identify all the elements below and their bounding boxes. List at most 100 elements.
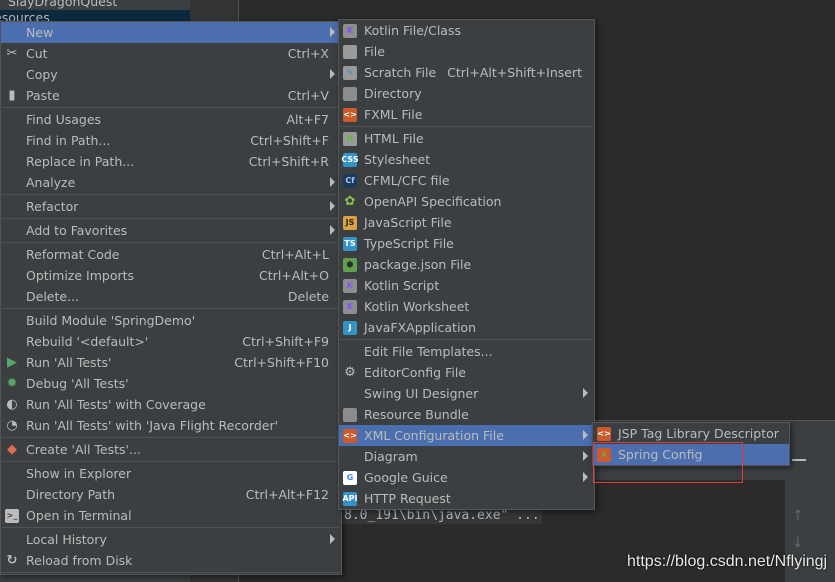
menu-item-debug-all-tests[interactable]: ✹ Debug 'All Tests': [1, 373, 341, 394]
run-icon: ▶: [5, 355, 19, 370]
menu-item-label: Directory: [364, 86, 422, 101]
submenu-arrow-icon: [330, 201, 335, 211]
menu-item-optimize-imports[interactable]: Optimize Imports Ctrl+Alt+O: [1, 265, 341, 286]
menu-item-label: Analyze: [26, 175, 76, 190]
submenu-arrow-icon: [330, 69, 335, 79]
submenu-arrow-icon: [583, 430, 588, 440]
menu-item-new[interactable]: New: [1, 22, 341, 43]
menu-item-label: Directory Path: [26, 487, 116, 502]
menu-item-jsp-tag-library-descriptor[interactable]: <> JSP Tag Library Descriptor: [593, 423, 789, 444]
debug-icon: ✹: [5, 376, 19, 391]
menu-item-javascript-file[interactable]: JS JavaScript File: [339, 212, 594, 233]
menu-item-shortcut: Delete: [287, 289, 329, 304]
menu-item-file[interactable]: File: [339, 41, 594, 62]
flight-recorder-icon: ◔: [5, 418, 19, 433]
menu-item-delete[interactable]: Delete... Delete: [1, 286, 341, 307]
menu-item-reformat-code[interactable]: Reformat Code Ctrl+Alt+L: [1, 244, 341, 265]
menu-item-directory[interactable]: Directory: [339, 83, 594, 104]
arrow-down-icon[interactable]: ↓: [792, 535, 804, 551]
menu-item-run-all-tests-with-java-flight-recorder[interactable]: ◔ Run 'All Tests' with 'Java Flight Recor…: [1, 415, 341, 436]
menu-item-package-json-file[interactable]: ⬢ package.json File: [339, 254, 594, 275]
arrow-up-icon[interactable]: ↑: [792, 508, 804, 524]
menu-item-label: Refactor: [26, 199, 79, 214]
menu-item-label: FXML File: [364, 107, 423, 122]
icon-placeholder: [5, 533, 19, 547]
menu-item-javafxapplication[interactable]: J JavaFXApplication: [339, 317, 594, 338]
menu-item-typescript-file[interactable]: TS TypeScript File: [339, 233, 594, 254]
create-test-icon: ◆: [5, 442, 19, 457]
gear-icon: ⚙: [343, 365, 357, 380]
menu-item-analyze[interactable]: Analyze: [1, 172, 341, 193]
menu-item-label: Rebuild '<default>': [26, 334, 149, 349]
http-request-icon: API: [342, 491, 358, 506]
tree-item-slaydragonquest[interactable]: SlayDragonQuest: [8, 0, 117, 9]
menu-item-http-request[interactable]: API HTTP Request: [339, 488, 594, 509]
jsp-tag-icon: <>: [597, 426, 611, 441]
menu-item-show-in-explorer[interactable]: Show in Explorer: [1, 463, 341, 484]
fxml-file-icon: <>: [343, 107, 357, 122]
menu-item-label: Swing UI Designer: [364, 386, 479, 401]
menu-item-create-all-tests[interactable]: ◆ Create 'All Tests'...: [1, 439, 341, 460]
menu-item-directory-path[interactable]: Directory Path Ctrl+Alt+F12: [1, 484, 341, 505]
menu-item-label: HTTP Request: [364, 491, 451, 506]
menu-item-label: Resource Bundle: [364, 407, 469, 422]
menu-item-openapi-specification[interactable]: ✿ OpenAPI Specification: [339, 191, 594, 212]
menu-item-edit-file-templates[interactable]: Edit File Templates...: [339, 341, 594, 362]
javascript-file-icon: JS: [343, 215, 357, 230]
menu-item-cut[interactable]: ✂ Cut Ctrl+X: [1, 43, 341, 64]
menu-item-rebuild-default[interactable]: Rebuild '<default>' Ctrl+Shift+F9: [1, 331, 341, 352]
menu-item-editorconfig-file[interactable]: ⚙ EditorConfig File: [339, 362, 594, 383]
menu-item-run-all-tests-with-coverage[interactable]: ◐ Run 'All Tests' with Coverage: [1, 394, 341, 415]
menu-item-shortcut: Ctrl+Alt+Shift+Insert: [447, 65, 582, 80]
menu-item-reload-from-disk[interactable]: ↻ Reload from Disk: [1, 550, 341, 571]
menu-item-add-to-favorites[interactable]: Add to Favorites: [1, 220, 341, 241]
menu-item-label: JavaScript File: [364, 215, 452, 230]
icon-placeholder: [5, 200, 19, 214]
menu-item-label: Reformat Code: [26, 247, 120, 262]
menu-item-google-guice[interactable]: G Google Guice: [339, 467, 594, 488]
menu-item-shortcut: Ctrl+Shift+R: [248, 154, 329, 169]
menu-item-shortcut: Ctrl+V: [287, 88, 329, 103]
menu-item-find-usages[interactable]: Find Usages Alt+F7: [1, 109, 341, 130]
menu-item-label: Edit File Templates...: [364, 344, 493, 359]
menu-item-scratch-file[interactable]: ✎ Scratch File Ctrl+Alt+Shift+Insert: [339, 62, 594, 83]
menu-item-shortcut: Ctrl+X: [287, 46, 329, 61]
menu-item-kotlin-script[interactable]: K Kotlin Script: [339, 275, 594, 296]
icon-placeholder: [5, 155, 19, 169]
menu-item-label: Google Guice: [364, 470, 448, 485]
menu-item-shortcut: Ctrl+Alt+L: [261, 247, 329, 262]
menu-item-fxml-file[interactable]: <> FXML File: [339, 104, 594, 125]
menu-item-kotlin-worksheet[interactable]: K Kotlin Worksheet: [339, 296, 594, 317]
icon-placeholder: [5, 488, 19, 502]
menu-item-label: Cut: [26, 46, 48, 61]
menu-item-xml-configuration-file[interactable]: <> XML Configuration File: [339, 425, 594, 446]
icon-placeholder: [5, 113, 19, 127]
menu-item-copy[interactable]: Copy: [1, 64, 341, 85]
menu-item-html-file[interactable]: H HTML File: [339, 128, 594, 149]
menu-item-build-module-springdemo[interactable]: Build Module 'SpringDemo': [1, 310, 341, 331]
menu-item-paste[interactable]: ▮ Paste Ctrl+V: [1, 85, 341, 106]
menu-item-kotlin-file-class[interactable]: K Kotlin File/Class: [339, 20, 594, 41]
menu-item-diagram[interactable]: Diagram: [339, 446, 594, 467]
menu-item-swing-ui-designer[interactable]: Swing UI Designer: [339, 383, 594, 404]
menu-item-refactor[interactable]: Refactor: [1, 196, 341, 217]
minimize-icon[interactable]: [792, 459, 806, 461]
menu-item-label: Find Usages: [26, 112, 102, 127]
menu-item-open-in-terminal[interactable]: >_ Open in Terminal: [1, 505, 341, 526]
openapi-icon: ✿: [343, 194, 357, 209]
menu-item-replace-in-path[interactable]: Replace in Path... Ctrl+Shift+R: [1, 151, 341, 172]
icon-placeholder: [5, 314, 19, 328]
menu-item-resource-bundle[interactable]: Resource Bundle: [339, 404, 594, 425]
menu-item-label: File: [364, 44, 385, 59]
menu-item-find-in-path[interactable]: Find in Path... Ctrl+Shift+F: [1, 130, 341, 151]
menu-item-cfml-cfc-file[interactable]: Cf CFML/CFC file: [339, 170, 594, 191]
menu-item-run-all-tests[interactable]: ▶ Run 'All Tests' Ctrl+Shift+F10: [1, 352, 341, 373]
menu-item-label: Run 'All Tests' with 'Java Flight Record…: [26, 418, 279, 433]
menu-item-label: Add to Favorites: [26, 223, 128, 238]
menu-item-shortcut: Ctrl+Shift+F9: [242, 334, 329, 349]
submenu-arrow-icon: [330, 225, 335, 235]
menu-item-local-history[interactable]: Local History: [1, 529, 341, 550]
menu-item-stylesheet[interactable]: CSS Stylesheet: [339, 149, 594, 170]
menu-item-label: Debug 'All Tests': [26, 376, 129, 391]
menu-item-label: Find in Path...: [26, 133, 111, 148]
